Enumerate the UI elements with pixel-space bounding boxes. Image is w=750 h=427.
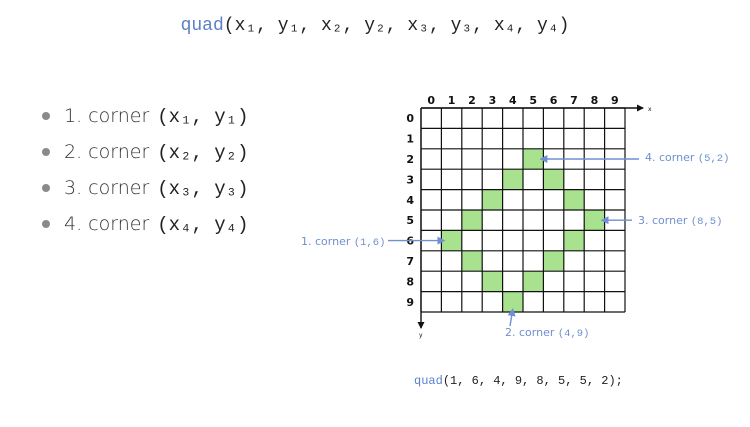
filled-cell [482, 271, 503, 292]
y-tick-label: 1 [406, 133, 414, 146]
filled-cell [441, 230, 462, 251]
x-tick-label: 6 [550, 94, 558, 107]
filled-cell [563, 230, 585, 251]
x-tick-label: 5 [529, 94, 537, 107]
x-tick-label: 0 [427, 94, 435, 107]
y-tick-label: 7 [406, 255, 414, 268]
y-tick-label: 8 [406, 275, 414, 288]
filled-cell [523, 271, 544, 292]
callout-coords: (1,6) [354, 237, 386, 249]
y-tick-label: 3 [406, 173, 414, 186]
y-tick-label: 5 [406, 214, 414, 227]
y-tick-label: 9 [406, 296, 414, 309]
pixel-grid-diagram: 01234567890123456789xy 1. corner (1,6)2.… [301, 94, 729, 340]
x-tick-label: 9 [611, 94, 619, 107]
x-tick-label: 2 [468, 94, 476, 107]
filled-cell [482, 189, 503, 210]
callout-coords: (4,9) [558, 328, 590, 340]
x-tick-label: 8 [591, 94, 599, 107]
callout-label: 4. corner (5,2) [645, 151, 729, 165]
x-axis-label: x [648, 106, 652, 113]
filled-cell [543, 169, 564, 190]
callout-coords: (8,5) [691, 216, 723, 228]
callout-prefix: 4. corner [645, 151, 698, 164]
callout-label: 2. corner (4,9) [505, 326, 589, 340]
callout-prefix: 2. corner [505, 326, 558, 339]
callout-prefix: 1. corner [301, 235, 354, 248]
y-axis-label: y [419, 332, 423, 339]
callout-label: 3. corner (8,5) [638, 214, 722, 228]
callout-label: 1. corner (1,6) [301, 235, 385, 249]
filled-cell [502, 291, 523, 312]
y-tick-label: 2 [406, 153, 414, 166]
filled-cell [461, 210, 483, 231]
code-args: (1, 6, 4, 9, 8, 5, 5, 2); [442, 374, 623, 388]
filled-cell [563, 189, 585, 210]
callout-prefix: 3. corner [638, 214, 691, 227]
filled-cell [584, 210, 605, 231]
y-tick-label: 0 [406, 112, 414, 125]
x-tick-label: 4 [509, 94, 517, 107]
filled-cell [502, 169, 523, 190]
filled-cell [461, 250, 483, 272]
code-function-name: quad [414, 374, 443, 388]
y-tick-label: 4 [406, 194, 414, 207]
x-tick-label: 3 [489, 94, 497, 107]
code-example: quad(1, 6, 4, 9, 8, 5, 5, 2); [414, 374, 623, 388]
filled-cell [543, 250, 564, 272]
x-tick-label: 7 [570, 94, 578, 107]
callout-coords: (5,2) [698, 153, 730, 165]
filled-cell [523, 148, 544, 170]
x-tick-label: 1 [448, 94, 456, 107]
